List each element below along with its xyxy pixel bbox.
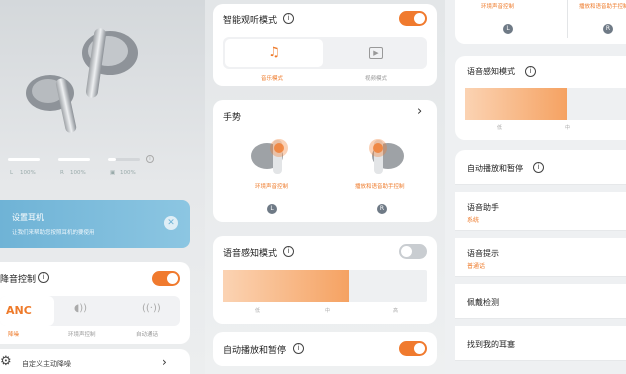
find-earbuds-row[interactable]: 找到我的耳塞 xyxy=(455,326,626,361)
close-icon[interactable]: ✕ xyxy=(164,216,178,230)
voice-assistant-value: 系统 xyxy=(467,217,480,224)
chevron-right-icon: › xyxy=(162,355,167,369)
music-note-icon: ♫ xyxy=(268,45,280,60)
anc-mode-button[interactable]: ANC xyxy=(0,296,54,326)
wear-detection-row[interactable]: 佩戴检测 xyxy=(455,284,626,319)
auto-play-toggle[interactable] xyxy=(399,341,427,356)
left-side-badge: L xyxy=(267,204,277,214)
smart-mode-card: 智能观听模式 i ♫ ▶ 音乐模式 视频模式 xyxy=(213,4,437,86)
battery-info-icon[interactable]: i xyxy=(146,155,154,163)
video-mode-caption: 视频模式 xyxy=(365,76,388,82)
noise-mode-selector: ANC ◖)) ((·)) xyxy=(0,296,180,326)
right-gesture-caption: 播放和语音助手控制 xyxy=(579,4,626,10)
setup-banner-title: 设置耳机 xyxy=(12,213,44,222)
smart-mode-toggle[interactable] xyxy=(399,11,427,26)
custom-anc-row[interactable]: ⚙ 自定义主动降噪 › xyxy=(0,349,190,374)
info-icon[interactable]: i xyxy=(293,343,304,354)
level-high-label: 高 xyxy=(393,308,399,314)
left-gesture-caption: 环境声音控制 xyxy=(481,4,515,10)
right-side-badge: R xyxy=(603,24,613,34)
right-side-badge: R xyxy=(377,204,387,214)
right-gesture-caption: 播放和语音助手控制 xyxy=(355,184,405,190)
voice-assistant-title: 语音助手 xyxy=(467,203,499,212)
info-icon[interactable]: i xyxy=(533,162,544,173)
voice-level-fill xyxy=(465,88,567,120)
voice-prompt-title: 语音提示 xyxy=(467,249,499,258)
ambient-mode-caption: 环境声控制 xyxy=(68,332,96,338)
custom-anc-label: 自定义主动降噪 xyxy=(22,360,71,368)
auto-play-title: 自动播放和暂停 xyxy=(223,346,287,356)
music-mode-button[interactable]: ♫ xyxy=(225,39,323,67)
smart-mode-title: 智能观听模式 xyxy=(223,16,278,26)
noise-control-card: 降音控制 i ANC ◖)) ((·)) 降噪 环境声控制 自动通话 xyxy=(0,262,190,344)
voice-level-slider[interactable] xyxy=(465,88,626,120)
voice-detect-toggle[interactable] xyxy=(399,244,427,259)
smart-mode-selector: ♫ ▶ xyxy=(223,37,427,69)
gestures-card[interactable]: 手势 › 环境声音控制 播放和语音助手控制 L R xyxy=(213,100,437,222)
auto-mode-caption: 自动通话 xyxy=(136,332,159,338)
level-mid-label: 中 xyxy=(325,308,331,314)
right-earbud-gesture-image xyxy=(369,139,404,174)
play-icon: ▶ xyxy=(369,47,383,59)
battery-bar-right xyxy=(58,158,90,161)
voice-prompt-row[interactable]: 语音提示 普通话 xyxy=(455,238,626,277)
settings-panel-right: 环境声音控制 播放和语音助手控制 L R 语音感知模式 i 低 中 自动播放和暂… xyxy=(445,0,626,374)
anc-mode-label: ANC xyxy=(6,304,32,317)
noise-control-toggle[interactable] xyxy=(152,271,180,286)
battery-right-value: 100% xyxy=(70,170,86,176)
gesture-summary-card[interactable]: 环境声音控制 播放和语音助手控制 L R xyxy=(455,0,626,44)
left-gesture-caption: 环境声音控制 xyxy=(255,184,289,190)
chevron-right-icon: › xyxy=(417,104,423,119)
battery-left-side: L xyxy=(10,170,14,176)
voice-detect-card: 语音感知模式 i 低 中 高 xyxy=(213,236,437,324)
auto-mode-button[interactable]: ((·)) xyxy=(124,296,174,326)
earbuds-image xyxy=(26,28,138,133)
info-icon[interactable]: i xyxy=(38,272,49,283)
info-icon[interactable]: i xyxy=(525,66,536,77)
voice-level-fill xyxy=(223,270,350,302)
voice-detect-title: 语音感知模式 xyxy=(467,67,515,76)
auto-play-row[interactable]: 自动播放和暂停 i xyxy=(455,150,626,185)
find-earbuds-title: 找到我的耳塞 xyxy=(467,340,515,349)
battery-left-value: 100% xyxy=(20,170,36,176)
voice-detect-card: 语音感知模式 i 低 中 xyxy=(455,56,626,140)
gear-icon: ⚙ xyxy=(0,354,12,369)
auto-sound-icon: ((·)) xyxy=(142,303,161,314)
voice-assistant-row[interactable]: 语音助手 系统 xyxy=(455,192,626,231)
info-icon[interactable]: i xyxy=(283,246,294,257)
anc-mode-caption: 降噪 xyxy=(8,332,20,338)
left-earbud-gesture-image xyxy=(251,139,288,174)
info-icon[interactable]: i xyxy=(283,13,294,24)
ambient-sound-icon: ◖)) xyxy=(74,303,88,314)
video-mode-button[interactable]: ▶ xyxy=(327,39,425,67)
music-mode-caption: 音乐模式 xyxy=(261,76,284,82)
battery-bar-case xyxy=(108,158,140,161)
settings-list: 自动播放和暂停 i 语音助手 系统 语音提示 普通话 佩戴检测 找到我的耳塞 xyxy=(455,150,626,374)
settings-panel-middle: 智能观听模式 i ♫ ▶ 音乐模式 视频模式 手势 › 环境声音控制 播放和语音… xyxy=(205,0,445,374)
battery-bar-left xyxy=(8,158,40,161)
left-side-badge: L xyxy=(503,24,513,34)
auto-play-card: 自动播放和暂停 i xyxy=(213,332,437,366)
earbuds-overview-panel: i L 100% R 100% ▣ 100% 设置耳机 让我们来帮助您按照耳机的… xyxy=(0,0,205,374)
divider xyxy=(567,0,568,38)
voice-level-slider[interactable] xyxy=(223,270,427,302)
wear-detection-title: 佩戴检测 xyxy=(467,298,499,307)
setup-banner-subtitle: 让我们来帮助您按照耳机的要使用 xyxy=(12,230,95,236)
case-icon: ▣ xyxy=(110,170,116,176)
setup-earbuds-banner[interactable]: 设置耳机 让我们来帮助您按照耳机的要使用 ✕ xyxy=(0,200,190,248)
auto-play-title: 自动播放和暂停 xyxy=(467,164,523,173)
gestures-title: 手势 xyxy=(223,113,242,123)
level-mid-label: 中 xyxy=(565,125,571,131)
voice-detect-title: 语音感知模式 xyxy=(223,249,278,259)
voice-prompt-value: 普通话 xyxy=(467,263,486,270)
level-low-label: 低 xyxy=(255,308,261,314)
battery-right-side: R xyxy=(60,170,64,176)
battery-case-value: 100% xyxy=(120,170,136,176)
ambient-mode-button[interactable]: ◖)) xyxy=(64,296,114,326)
noise-control-title: 降音控制 xyxy=(0,275,37,285)
level-low-label: 低 xyxy=(497,125,503,131)
